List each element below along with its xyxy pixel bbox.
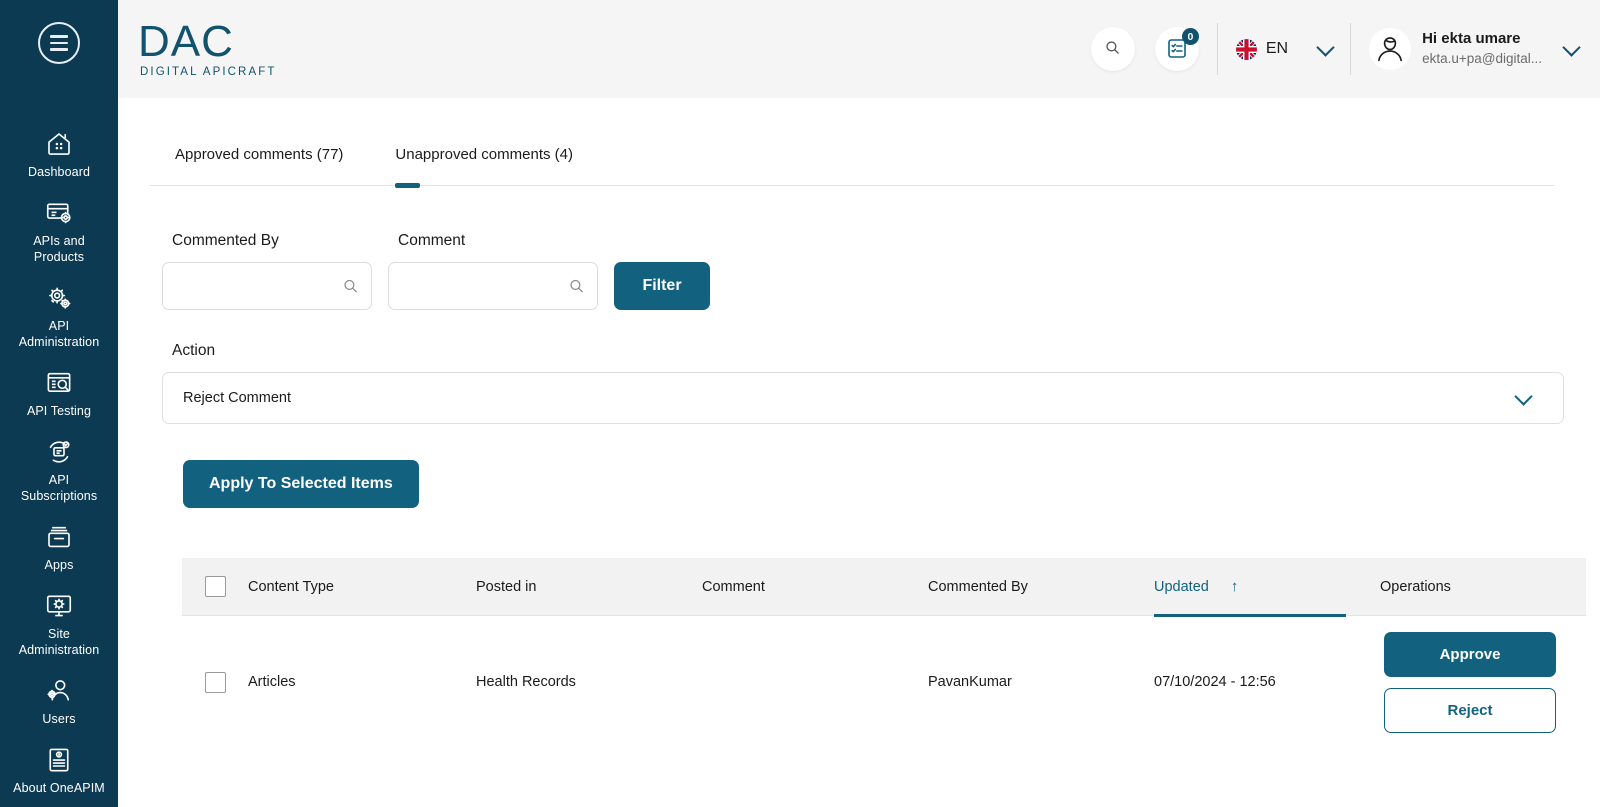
user-email: ekta.u+pa@digital... [1422,50,1542,66]
sidebar-item-label: Site Administration [18,627,100,657]
approve-button[interactable]: Approve [1384,631,1556,677]
logo-subtitle: DIGITAL APICRAFT [140,66,277,78]
users-icon [44,676,74,706]
comments-tabs: Approved comments (77) Unapproved commen… [150,146,1554,188]
sidebar-item-label: API Administration [18,319,100,349]
comment-label: Comment [398,232,466,249]
cell-updated: 07/10/2024 - 12:56 [1154,674,1276,690]
language-code: EN [1265,40,1289,57]
sidebar-item-apis-and-products[interactable]: APIs and Products [0,189,118,274]
logo-title: DAC [138,17,234,66]
sidebar-item-label: Apps [44,558,74,572]
sidebar-item-label: Users [42,712,76,726]
apply-to-selected-items-button[interactable]: Apply To Selected Items [183,460,419,508]
cell-operations: Approve Reject [1380,631,1586,733]
table-header-row: Content Type Posted in Comment Commented… [182,558,1586,617]
app-root: Dashboard APIs and Products API Administ… [0,0,1600,807]
user-avatar-icon [1369,28,1412,70]
column-header-updated[interactable]: Updated ↑ [1154,558,1380,617]
column-header-operations: Operations [1380,578,1451,595]
comment-input[interactable] [388,262,598,310]
sidebar-item-label: API Subscriptions [20,473,98,503]
comment-field: Comment [388,232,598,310]
sidebar-nav: Dashboard APIs and Products API Administ… [0,120,118,807]
language-selector[interactable]: EN [1235,37,1335,60]
uk-flag-icon [1235,38,1257,60]
header-divider [1216,23,1218,75]
select-all-checkbox[interactable] [204,576,226,597]
cell-content-type: Articles [248,674,296,690]
sidebar-item-label: Dashboard [27,165,91,179]
dashboard-icon [44,129,74,159]
comments-table: Content Type Posted in Comment Commented… [182,558,1586,748]
sidebar-item-apps[interactable]: Apps [0,513,118,582]
commented-by-input[interactable] [162,262,372,310]
sidebar-item-site-administration[interactable]: Site Administration [0,582,118,667]
about-oneapim-icon [44,745,74,775]
row-select-checkbox[interactable] [204,671,226,693]
apps-icon [44,522,74,552]
sidebar-item-api-subscriptions[interactable]: API Subscriptions [0,428,118,513]
column-header-content-type[interactable]: Content Type [248,558,476,616]
header-actions: 0 EN Hi ekta umare ekta.u+pa@digital... [1090,23,1581,75]
brand-logo: DAC DIGITAL APICRAFT [138,17,277,79]
tasks-badge: 0 [1181,28,1199,45]
api-testing-icon [44,368,74,398]
sidebar-item-about-oneapim[interactable]: About OneAPIM [0,736,118,805]
sidebar-item-api-testing[interactable]: API Testing [0,359,118,428]
page-content: Approved comments (77) Unapproved commen… [118,146,1600,748]
api-administration-icon [44,283,74,313]
column-header-updated-label: Updated [1154,578,1209,595]
sidebar-item-label: About OneAPIM [13,781,105,795]
filter-bar: Commented By Comment Filter [150,232,1554,310]
tab-unapproved-comments[interactable]: Unapproved comments (4) [395,146,573,188]
user-info: Hi ekta umare ekta.u+pa@digital... [1422,30,1542,68]
reject-button[interactable]: Reject [1384,687,1556,733]
filter-button[interactable]: Filter [614,262,710,310]
sidebar: Dashboard APIs and Products API Administ… [0,0,118,807]
action-block: Action Reject Comment [150,342,1564,424]
comment-input-wrap [388,262,598,310]
top-header: DAC DIGITAL APICRAFT 0 EN Hi ekta umare … [118,0,1600,98]
column-header-commented-by[interactable]: Commented By [928,558,1154,616]
table-row: Articles Health Records PavanKumar 07/10… [182,616,1586,748]
chevron-down-icon [1562,37,1581,57]
sort-ascending-icon: ↑ [1230,578,1239,595]
sidebar-item-dashboard[interactable]: Dashboard [0,120,118,189]
header-divider-2 [1350,23,1352,75]
tasks-button[interactable]: 0 [1154,27,1199,71]
search-icon [1104,39,1121,59]
row-select-cell [182,671,248,693]
sidebar-item-label: APIs and Products [33,234,85,264]
select-all-cell [182,558,248,616]
user-greeting: Hi ekta umare [1422,30,1521,48]
sidebar-item-api-administration[interactable]: API Administration [0,274,118,359]
tab-approved-comments[interactable]: Approved comments (77) [175,146,343,185]
commented-by-label: Commented By [172,232,279,249]
action-label: Action [172,342,216,359]
main-area: DAC DIGITAL APICRAFT 0 EN Hi ekta umare … [118,0,1600,807]
action-select-wrap: Reject Comment [162,372,1564,424]
menu-toggle-icon[interactable] [38,22,80,64]
api-subscriptions-icon [44,437,74,467]
cell-posted-in: Health Records [476,674,576,690]
site-administration-icon [44,591,74,621]
sidebar-item-label: API Testing [26,404,92,418]
commented-by-field: Commented By [162,232,372,310]
user-menu[interactable]: Hi ekta umare ekta.u+pa@digital... [1369,28,1581,70]
search-button[interactable] [1090,27,1135,71]
action-select[interactable]: Reject Comment [162,372,1564,424]
cell-commented-by: PavanKumar [928,674,1012,690]
commented-by-input-wrap [162,262,372,310]
apis-products-icon [44,198,74,228]
chevron-down-icon [1316,37,1335,57]
menu-toggle-wrap [0,0,118,86]
sidebar-item-users[interactable]: Users [0,667,118,736]
column-header-posted-in[interactable]: Posted in [476,558,702,616]
column-header-comment[interactable]: Comment [702,558,928,616]
